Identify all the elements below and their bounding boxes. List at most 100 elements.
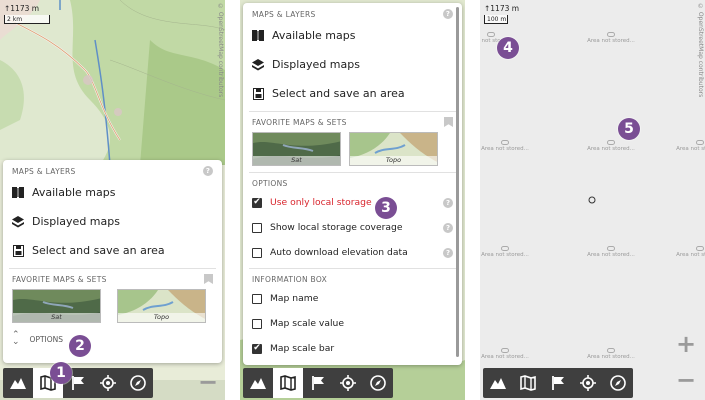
toolbar-location[interactable] [93, 368, 123, 398]
favorite-label: Topo [118, 313, 205, 322]
callout-3: 3 [375, 197, 397, 219]
bookmark-icon[interactable] [444, 117, 453, 127]
toolbar-maps[interactable] [273, 368, 303, 398]
maps-layers-title: MAPS & LAYERS [252, 9, 316, 19]
tile-placeholder: Area not stored... [586, 246, 636, 258]
toolbar-compass[interactable] [603, 368, 633, 398]
cloud-icon [501, 246, 509, 251]
mountain-icon [490, 378, 506, 389]
toolbar-flag[interactable] [543, 368, 573, 398]
scrollbar[interactable] [456, 7, 459, 357]
menu-select-save-area[interactable]: Select and save an area [3, 236, 222, 265]
scale-bar: 2 km [4, 15, 50, 24]
toolbar-location[interactable] [573, 368, 603, 398]
toolbar-flag[interactable] [303, 368, 333, 398]
menu-label: Select and save an area [272, 87, 405, 100]
checkbox-unchecked[interactable] [252, 222, 262, 233]
callout-5: 5 [618, 118, 640, 140]
toolbar-mountain[interactable] [3, 368, 33, 398]
help-icon[interactable]: ? [203, 166, 213, 176]
bottom-toolbar [483, 368, 633, 398]
bookmark-icon[interactable] [204, 274, 213, 284]
checkbox-unchecked[interactable] [252, 318, 262, 329]
menu-displayed-maps[interactable]: Displayed maps [3, 207, 222, 236]
tutorial-screens: ↑1173 m 2 km © OpenStreetMap contributor… [0, 0, 705, 400]
option-map-scale-value[interactable]: Map scale value [243, 311, 462, 336]
favorite-label: Topo [350, 156, 437, 165]
toolbar-location[interactable] [333, 368, 363, 398]
tile-placeholder: Area not stored... [480, 348, 530, 360]
favorite-sat[interactable]: Sat [252, 132, 341, 166]
screen-offline-map: ↑1173 m 100 m © OpenStreetMap contributo… [480, 0, 705, 400]
flag-icon [552, 376, 564, 390]
option-local-storage[interactable]: ✔ Use only local storage ? [243, 190, 462, 215]
options-toggle[interactable]: ⌃ ⌄ OPTIONS [3, 327, 222, 351]
cloud-icon [607, 348, 615, 353]
checkbox-checked[interactable]: ✔ [252, 197, 262, 208]
map-icon [280, 375, 296, 391]
favorite-topo[interactable]: Topo [349, 132, 438, 166]
zoom-out-button[interactable]: − [676, 368, 696, 392]
menu-displayed-maps[interactable]: Displayed maps [243, 50, 462, 79]
divider [9, 268, 216, 269]
menu-available-maps[interactable]: Available maps [243, 21, 462, 50]
compass-icon [610, 375, 626, 391]
cloud-icon [696, 140, 704, 145]
callout-1: 1 [50, 362, 72, 384]
book-icon [12, 187, 24, 199]
toolbar-compass[interactable] [123, 368, 153, 398]
cloud-icon [607, 246, 615, 251]
checkbox-checked[interactable]: ✔ [252, 343, 262, 354]
maps-layers-header: MAPS & LAYERS ? [243, 7, 462, 21]
options-toggle-label: OPTIONS [29, 334, 64, 344]
tile-placeholder: Area not stored... [586, 348, 636, 360]
zoom-in-button[interactable]: + [676, 332, 696, 356]
help-icon[interactable]: ? [443, 9, 453, 19]
map-attribution: © OpenStreetMap contributors [217, 3, 224, 98]
option-label: Use only local storage [270, 197, 372, 208]
favorite-sat[interactable]: Sat [12, 289, 101, 323]
option-storage-coverage[interactable]: Show local storage coverage ? [243, 215, 462, 240]
zoom-out-button[interactable]: − [198, 370, 218, 394]
toolbar-mountain[interactable] [243, 368, 273, 398]
favorites-list: Sat Topo [3, 286, 222, 323]
menu-label: Available maps [272, 29, 356, 42]
compass-icon [370, 375, 386, 391]
scale-indicator: ↑1173 m 2 km [4, 4, 50, 24]
help-icon[interactable]: ? [443, 247, 453, 258]
expand-icon: ⌃ ⌄ [12, 330, 20, 347]
bottom-toolbar [243, 368, 393, 398]
divider [249, 172, 456, 173]
option-auto-elevation[interactable]: Auto download elevation data ? [243, 240, 462, 265]
menu-label: Displayed maps [272, 58, 360, 71]
options-sheet: MAPS & LAYERS ? Available maps Displayed… [243, 3, 462, 365]
checkbox-unchecked[interactable] [252, 293, 262, 304]
menu-label: Displayed maps [32, 215, 120, 228]
callout-2: 2 [69, 335, 91, 357]
favorite-topo[interactable]: Topo [117, 289, 206, 323]
layers-icon [12, 215, 24, 228]
toolbar-mountain[interactable] [483, 368, 513, 398]
callout-4: 4 [497, 37, 519, 59]
offline-map[interactable] [480, 0, 705, 400]
info-box-header: INFORMATION BOX [243, 272, 462, 286]
cloud-icon [487, 32, 495, 37]
cloud-icon [501, 140, 509, 145]
option-map-scale-bar[interactable]: ✔ Map scale bar [243, 336, 462, 361]
maps-layers-header: MAPS & LAYERS ? [3, 164, 222, 178]
option-map-name[interactable]: Map name [243, 286, 462, 311]
menu-available-maps[interactable]: Available maps [3, 178, 222, 207]
toolbar-maps[interactable] [513, 368, 543, 398]
help-icon[interactable]: ? [443, 222, 453, 233]
tile-placeholder: Area not stored... [480, 140, 530, 152]
help-icon[interactable]: ? [443, 197, 453, 208]
scale-indicator: ↑1173 m 100 m [484, 4, 519, 24]
tile-placeholder: Area not stored... [586, 32, 636, 44]
flag-icon [312, 376, 324, 390]
checkbox-unchecked[interactable] [252, 247, 262, 258]
option-label: Map name [270, 293, 319, 304]
toolbar-compass[interactable] [363, 368, 393, 398]
menu-select-save-area[interactable]: Select and save an area [243, 79, 462, 108]
book-icon [252, 30, 264, 42]
altitude-readout: ↑1173 m [4, 4, 40, 13]
